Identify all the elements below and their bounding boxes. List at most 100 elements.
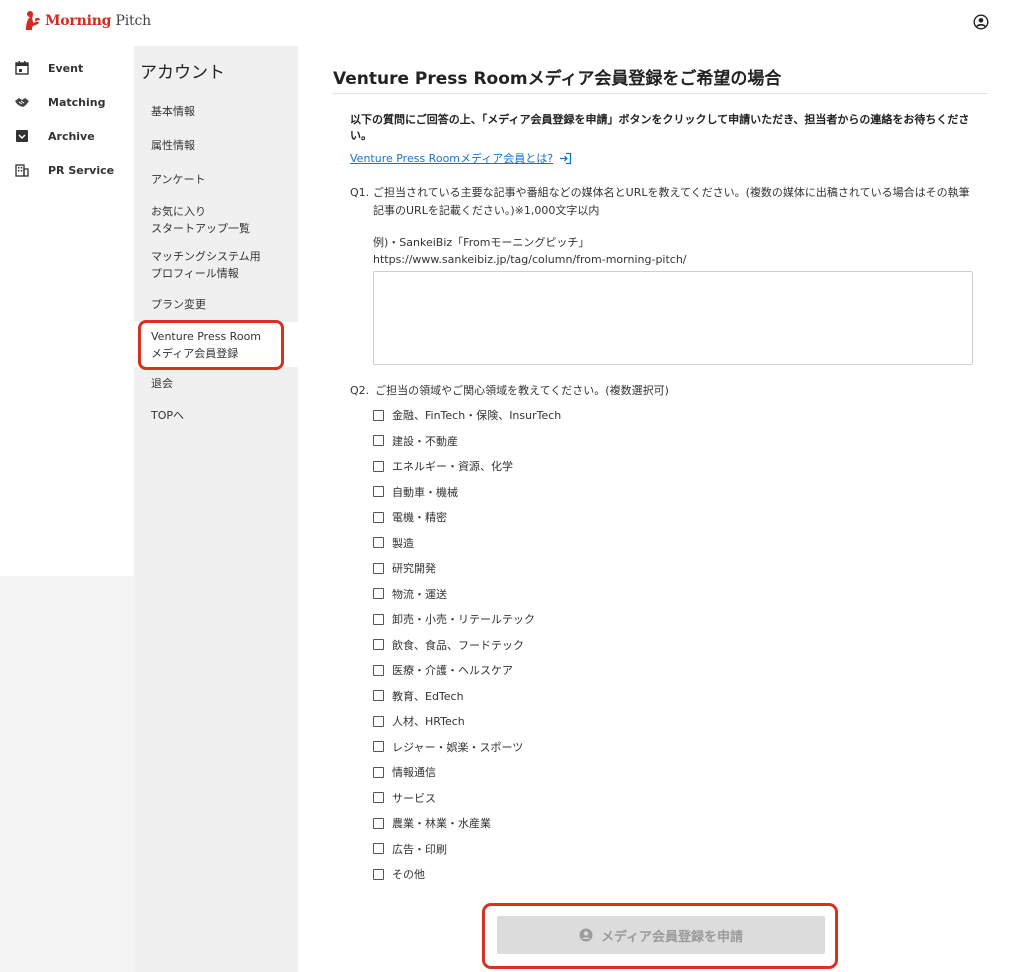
account-title: アカウント <box>140 63 225 83</box>
logo-text: Morning Pitch <box>45 13 151 29</box>
question-text: ご担当されている主要な記事や番組などの媒体名とURLを教えてください。(複数の媒… <box>373 186 970 217</box>
option-label: レジャー・娯楽・スポーツ <box>392 740 524 754</box>
account-item-favorites[interactable]: お気に入り スタートアップ一覧 <box>151 203 250 237</box>
example-url: https://www.sankeibiz.jp/tag/column/from… <box>373 253 687 266</box>
option-label: 物流・運送 <box>392 587 447 601</box>
question-number: Q1. <box>350 186 370 199</box>
option-checkbox[interactable] <box>373 435 384 446</box>
option-label: 製造 <box>392 536 414 550</box>
main-content: Venture Press Roomメディア会員登録をご希望の場合 以下の質問に… <box>298 46 1024 972</box>
option-label: 電機・精密 <box>392 511 447 524</box>
option-checkbox[interactable] <box>373 486 384 497</box>
nav-item-pr-service[interactable]: PR Service <box>14 160 114 180</box>
option-label: エネルギー・資源、化学 <box>392 460 513 473</box>
option-checkbox[interactable] <box>373 741 384 752</box>
option-checkbox[interactable] <box>373 715 384 727</box>
q2-option[interactable]: レジャー・娯楽・スポーツ <box>373 739 523 755</box>
title-divider <box>333 93 988 94</box>
option-label: 広告・印刷 <box>392 842 447 856</box>
account-item-top[interactable]: TOPへ <box>151 407 184 424</box>
q1-answer-textarea[interactable] <box>373 271 973 365</box>
user-account-icon[interactable] <box>973 14 989 30</box>
option-checkbox[interactable] <box>373 690 384 701</box>
option-label: サービス <box>392 791 436 805</box>
external-link-icon <box>560 152 572 164</box>
q2-option[interactable]: 研究開発 <box>373 560 436 576</box>
nav-label: Archive <box>48 129 95 143</box>
account-item-attributes[interactable]: 属性情報 <box>151 137 195 154</box>
q2-option[interactable]: 農業・林業・水産業 <box>373 815 491 831</box>
option-checkbox[interactable] <box>373 639 384 650</box>
option-checkbox[interactable] <box>373 613 384 625</box>
option-label: その他 <box>392 868 425 881</box>
option-label: 情報通信 <box>392 766 436 779</box>
option-checkbox[interactable] <box>373 792 384 803</box>
option-checkbox[interactable] <box>373 511 384 523</box>
user-circle-icon <box>579 928 593 942</box>
option-checkbox[interactable] <box>373 817 384 829</box>
q2-option[interactable]: その他 <box>373 866 425 882</box>
account-item-venture-press-room[interactable]: Venture Press Room メディア会員登録 <box>151 328 261 362</box>
q2-option[interactable]: 電機・精密 <box>373 509 447 525</box>
option-label: 金融、FinTech・保険、InsurTech <box>392 409 562 422</box>
question-2: Q2. ご担当の領域やご関心領域を教えてください。(複数選択可) <box>350 382 669 398</box>
option-label: 人材、HRTech <box>392 715 465 728</box>
q2-option[interactable]: 製造 <box>373 535 414 551</box>
option-checkbox[interactable] <box>373 766 384 778</box>
q2-option[interactable]: エネルギー・資源、化学 <box>373 458 513 474</box>
q2-option[interactable]: 建設・不動産 <box>373 433 458 449</box>
info-link-label: Venture Press Roomメディア会員とは? <box>350 152 554 165</box>
info-link[interactable]: Venture Press Roomメディア会員とは? <box>350 150 572 166</box>
nav-label: Event <box>48 61 84 75</box>
calendar-icon <box>15 61 29 75</box>
apply-media-membership-button[interactable]: メディア会員登録を申請 <box>497 916 825 954</box>
option-label: 卸売・小売・リテールテック <box>392 613 535 626</box>
option-checkbox[interactable] <box>373 868 384 880</box>
main-nav: Event Matching Archive PR Service <box>0 46 134 576</box>
logo-mark-icon <box>26 11 40 30</box>
option-checkbox[interactable] <box>373 409 384 421</box>
intro-text: 以下の質問にご回答の上、「メディア会員登録を申請」ボタンをクリックして申請いただ… <box>350 113 970 142</box>
handshake-icon <box>15 98 29 107</box>
question-number: Q2. <box>350 384 370 397</box>
nav-item-matching[interactable]: Matching <box>14 92 105 112</box>
q2-option[interactable]: 情報通信 <box>373 764 436 780</box>
q2-option[interactable]: サービス <box>373 790 436 806</box>
q1-example: 例)・SankeiBiz「Fromモーニングピッチ」 https://www.s… <box>373 234 687 268</box>
nav-label: PR Service <box>48 163 115 177</box>
option-checkbox[interactable] <box>373 588 384 599</box>
option-label: 自動車・機械 <box>392 485 458 499</box>
morning-pitch-logo[interactable]: Morning Pitch <box>22 10 151 32</box>
account-item-survey[interactable]: アンケート <box>151 171 206 188</box>
q2-option[interactable]: 卸売・小売・リテールテック <box>373 611 535 627</box>
nav-item-event[interactable]: Event <box>14 58 83 78</box>
option-label: 研究開発 <box>392 562 436 575</box>
page-title: Venture Press Roomメディア会員登録をご希望の場合 <box>333 69 782 89</box>
q2-option[interactable]: 金融、FinTech・保険、InsurTech <box>373 407 561 423</box>
account-item-basic-info[interactable]: 基本情報 <box>151 103 195 120</box>
option-checkbox[interactable] <box>373 537 384 548</box>
account-item-plan-change[interactable]: プラン変更 <box>151 296 206 313</box>
q2-option[interactable]: 物流・運送 <box>373 586 447 602</box>
account-sidebar: アカウント 基本情報 属性情報 アンケート お気に入り スタートアップ一覧 マッ… <box>134 46 298 972</box>
q2-option[interactable]: 人材、HRTech <box>373 713 465 729</box>
option-label: 医療・介護・ヘルスケア <box>392 664 513 677</box>
question-text: ご担当の領域やご関心領域を教えてください。(複数選択可) <box>375 384 669 397</box>
nav-label: Matching <box>48 95 106 109</box>
option-checkbox[interactable] <box>373 460 384 472</box>
account-item-matching-profile[interactable]: マッチングシステム用 プロフィール情報 <box>151 248 261 282</box>
option-checkbox[interactable] <box>373 843 384 854</box>
option-checkbox[interactable] <box>373 562 384 574</box>
option-label: 建設・不動産 <box>392 434 458 448</box>
q2-option[interactable]: 飲食、食品、フードテック <box>373 637 524 653</box>
building-icon <box>15 164 29 177</box>
nav-item-archive[interactable]: Archive <box>14 126 95 146</box>
q2-option[interactable]: 自動車・機械 <box>373 484 458 500</box>
option-label: 飲食、食品、フードテック <box>392 638 524 652</box>
account-item-withdraw[interactable]: 退会 <box>151 375 173 392</box>
q2-option[interactable]: 広告・印刷 <box>373 841 447 857</box>
q2-option[interactable]: 教育、EdTech <box>373 688 464 704</box>
option-label: 農業・林業・水産業 <box>392 817 491 830</box>
option-checkbox[interactable] <box>373 664 384 676</box>
q2-option[interactable]: 医療・介護・ヘルスケア <box>373 662 513 678</box>
